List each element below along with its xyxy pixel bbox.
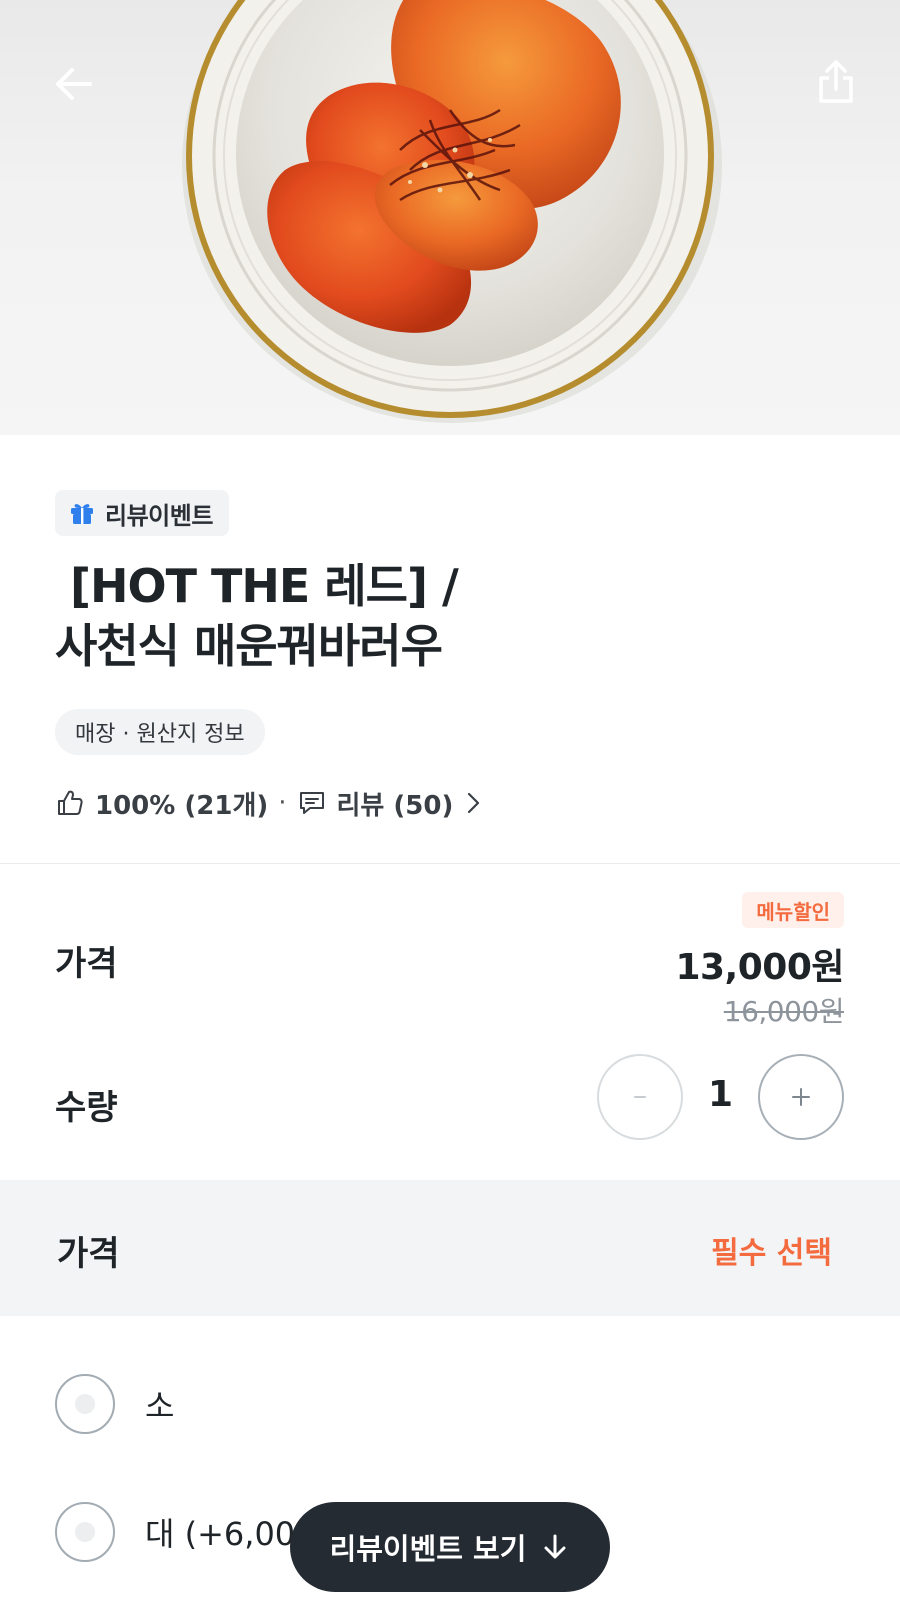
review-event-badge: 리뷰이벤트: [55, 490, 229, 536]
price-label: 가격: [55, 944, 118, 984]
original-price: 16,000원: [723, 995, 845, 1028]
review-event-label: 리뷰이벤트: [105, 501, 213, 530]
share-button[interactable]: [800, 46, 872, 118]
current-price: 13,000원: [675, 947, 844, 988]
radio-button[interactable]: [55, 1374, 115, 1434]
thumbs-up-icon: [58, 790, 83, 815]
menu-hero-image: [0, 0, 900, 435]
required-selection-label: 필수 선택: [711, 1236, 832, 1271]
plus-icon: [792, 1088, 810, 1106]
view-review-event-button[interactable]: 리뷰이벤트 보기: [290, 1502, 610, 1592]
share-icon: [819, 60, 853, 103]
minus-icon: [634, 1096, 646, 1098]
rating-value: 100% (21개): [95, 790, 269, 821]
menu-discount-badge: 메뉴할인: [742, 892, 844, 928]
option-group-title: 가격: [57, 1234, 120, 1274]
view-review-event-label: 리뷰이벤트 보기: [329, 1532, 527, 1566]
arrow-down-icon: [544, 1534, 566, 1559]
gift-icon: [71, 504, 93, 524]
radio-button[interactable]: [55, 1502, 115, 1562]
quantity-decrease-button[interactable]: [597, 1054, 683, 1140]
quantity-label: 수량: [55, 1088, 118, 1128]
radio-dot: [75, 1394, 95, 1414]
chevron-right-icon: [468, 792, 480, 814]
quantity-increase-button[interactable]: [758, 1054, 844, 1140]
reviews-link[interactable]: 리뷰 (50): [297, 785, 486, 822]
origin-info-button[interactable]: 매장 · 원산지 정보: [55, 709, 265, 755]
option-small[interactable]: 소: [55, 1374, 174, 1434]
arrow-left-icon: [56, 68, 92, 100]
comment-icon: [299, 792, 324, 814]
quantity-value: 1: [707, 1074, 734, 1115]
rating-review-row: 100% (21개) · 리뷰 (50): [55, 783, 485, 823]
menu-title: [HOT THE 레드] / 사천식 매운꿔바러우: [55, 559, 459, 673]
back-button[interactable]: [38, 48, 110, 120]
radio-dot: [75, 1522, 95, 1542]
reviews-count: 리뷰 (50): [336, 790, 454, 821]
rating-separator: ·: [278, 788, 287, 818]
option-label: 소: [145, 1387, 175, 1425]
section-divider: [0, 863, 900, 864]
food-photo: [182, 0, 722, 423]
